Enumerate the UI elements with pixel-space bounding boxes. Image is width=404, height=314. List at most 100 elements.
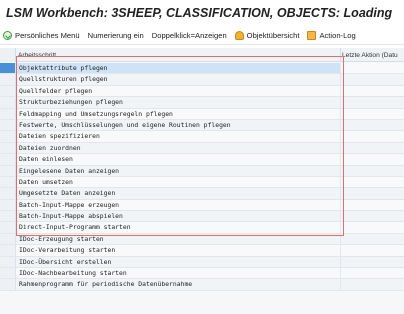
row-selector[interactable] — [0, 74, 16, 85]
last-action-cell — [340, 199, 404, 211]
object-overview-button[interactable]: Objektübersicht — [234, 31, 300, 40]
step-cell[interactable]: Dateien zuordnen — [17, 143, 340, 153]
row-selector[interactable] — [0, 119, 16, 131]
row-selector[interactable] — [0, 199, 16, 211]
numbering-on-button[interactable]: Numerierung ein — [88, 31, 144, 40]
table-row[interactable]: IDoc-Erzeugung starten — [0, 233, 404, 246]
row-selector[interactable] — [0, 142, 16, 154]
table-header: Arbeitsschritt Letzte Aktion (Datu — [0, 48, 404, 62]
last-action-cell — [340, 142, 404, 154]
last-action-cell — [340, 85, 404, 97]
table-row[interactable]: IDoc-Übersicht erstellen — [0, 256, 404, 269]
user-icon — [234, 31, 244, 40]
row-selector[interactable] — [0, 188, 16, 199]
table-row[interactable]: Quellstrukturen pflegen — [0, 74, 404, 86]
window-title: LSM Workbench: 3SHEEP, CLASSIFICATION, O… — [6, 6, 393, 20]
last-action-cell — [340, 245, 404, 256]
row-selector[interactable] — [0, 97, 16, 108]
table-row[interactable]: Umgesetzte Daten anzeigen — [0, 188, 404, 200]
step-cell[interactable]: IDoc-Verarbeitung starten — [17, 245, 340, 255]
row-selector[interactable] — [0, 268, 16, 279]
table-row[interactable]: Batch-Input-Mappe erzeugen — [0, 199, 404, 212]
last-action-cell — [340, 119, 404, 131]
table-row[interactable]: Festwerte, Umschlüsselungen und eigene R… — [0, 119, 404, 132]
last-action-cell — [340, 176, 404, 188]
table-row[interactable]: Rahmenprogramm für periodische Datenüber… — [0, 279, 404, 291]
last-action-cell — [340, 268, 404, 279]
column-header-last-action[interactable]: Letzte Aktion (Datu — [342, 52, 398, 59]
step-cell[interactable]: Batch-Input-Mappe erzeugen — [17, 200, 340, 210]
step-cell[interactable]: Direct-Input-Programm starten — [17, 222, 340, 232]
row-selector[interactable] — [0, 131, 16, 142]
double-click-display-label: Doppelklick=Anzeigen — [151, 31, 227, 40]
step-cell[interactable]: Daten einlesen — [17, 154, 340, 164]
step-cell[interactable]: Umgesetzte Daten anzeigen — [17, 188, 340, 198]
table-row[interactable]: IDoc-Verarbeitung starten — [0, 245, 404, 257]
row-selector[interactable] — [0, 222, 16, 233]
last-action-cell — [340, 131, 404, 142]
table-row[interactable]: Feldmapping und Umsetzungsregeln pflegen — [0, 108, 404, 120]
column-header-work-step[interactable]: Arbeitsschritt — [18, 52, 56, 59]
table-body: Objektattribute pflegen Quellstrukturen … — [0, 63, 404, 291]
table-row[interactable]: Quellfelder pflegen — [0, 85, 404, 98]
personal-menu-label: Persönliches Menü — [15, 31, 80, 40]
table-row[interactable]: Dateien spezifizieren — [0, 131, 404, 143]
table-row[interactable]: Daten umsetzen — [0, 176, 404, 189]
row-selector[interactable] — [0, 154, 16, 165]
step-cell[interactable]: IDoc-Erzeugung starten — [17, 234, 340, 244]
table-row[interactable]: Dateien zuordnen — [0, 142, 404, 155]
table-row[interactable]: Direct-Input-Programm starten — [0, 222, 404, 234]
row-selector[interactable] — [0, 211, 16, 222]
row-selector[interactable] — [0, 165, 16, 176]
last-action-cell — [340, 97, 404, 108]
last-action-cell — [340, 279, 404, 290]
title-bar: LSM Workbench: 3SHEEP, CLASSIFICATION, O… — [0, 0, 404, 26]
steps-table: Arbeitsschritt Letzte Aktion (Datu Objek… — [0, 48, 404, 314]
step-cell[interactable]: Daten umsetzen — [17, 177, 340, 187]
row-selector[interactable] — [0, 176, 16, 188]
step-cell[interactable]: Rahmenprogramm für periodische Datenüber… — [17, 279, 340, 289]
last-action-cell — [340, 165, 404, 176]
numbering-on-label: Numerierung ein — [87, 31, 144, 40]
table-row[interactable]: Daten einlesen — [0, 154, 404, 166]
select-all-cell[interactable] — [0, 48, 16, 62]
last-action-cell — [340, 233, 404, 245]
action-log-label: Action-Log — [319, 31, 356, 40]
last-action-cell — [340, 256, 404, 268]
personal-menu-button[interactable]: Persönliches Menü — [3, 31, 80, 40]
step-cell[interactable]: Strukturbeziehungen pflegen — [17, 97, 340, 107]
action-log-button[interactable]: Action-Log — [307, 31, 356, 40]
object-overview-label: Objektübersicht — [246, 31, 300, 40]
row-selector[interactable] — [0, 279, 16, 290]
last-action-cell — [340, 154, 404, 165]
step-cell[interactable]: IDoc-Übersicht erstellen — [17, 257, 340, 267]
last-action-cell — [340, 74, 404, 85]
row-selector[interactable] — [0, 233, 16, 245]
step-cell[interactable]: Feldmapping und Umsetzungsregeln pflegen — [17, 109, 340, 119]
row-selector[interactable] — [0, 85, 16, 97]
check-circle-icon — [3, 31, 12, 40]
step-cell[interactable]: Quellstrukturen pflegen — [17, 74, 340, 84]
step-cell[interactable]: IDoc-Nachbearbeitung starten — [17, 268, 340, 278]
double-click-display-button[interactable]: Doppelklick=Anzeigen — [152, 31, 227, 40]
step-cell[interactable]: Dateien spezifizieren — [17, 131, 340, 141]
step-cell[interactable]: Batch-Input-Mappe abspielen — [17, 211, 340, 221]
table-row[interactable]: Batch-Input-Mappe abspielen — [0, 211, 404, 223]
table-row[interactable]: Objektattribute pflegen — [0, 63, 404, 75]
step-cell[interactable]: Festwerte, Umschlüsselungen und eigene R… — [17, 120, 340, 130]
last-action-cell — [340, 188, 404, 199]
row-selector[interactable] — [0, 63, 16, 74]
row-selector[interactable] — [0, 108, 16, 119]
last-action-cell — [340, 222, 404, 233]
application-toolbar: Persönliches Menü Numerierung ein Doppel… — [0, 27, 404, 45]
table-row[interactable]: Eingelesene Daten anzeigen — [0, 165, 404, 177]
column-divider[interactable] — [340, 48, 341, 62]
row-selector[interactable] — [0, 256, 16, 268]
last-action-cell — [340, 211, 404, 222]
table-row[interactable]: IDoc-Nachbearbeitung starten — [0, 268, 404, 280]
table-row[interactable]: Strukturbeziehungen pflegen — [0, 97, 404, 109]
step-cell[interactable]: Objektattribute pflegen — [17, 63, 340, 74]
row-selector[interactable] — [0, 245, 16, 256]
step-cell[interactable]: Quellfelder pflegen — [17, 86, 340, 96]
step-cell[interactable]: Eingelesene Daten anzeigen — [17, 166, 340, 176]
